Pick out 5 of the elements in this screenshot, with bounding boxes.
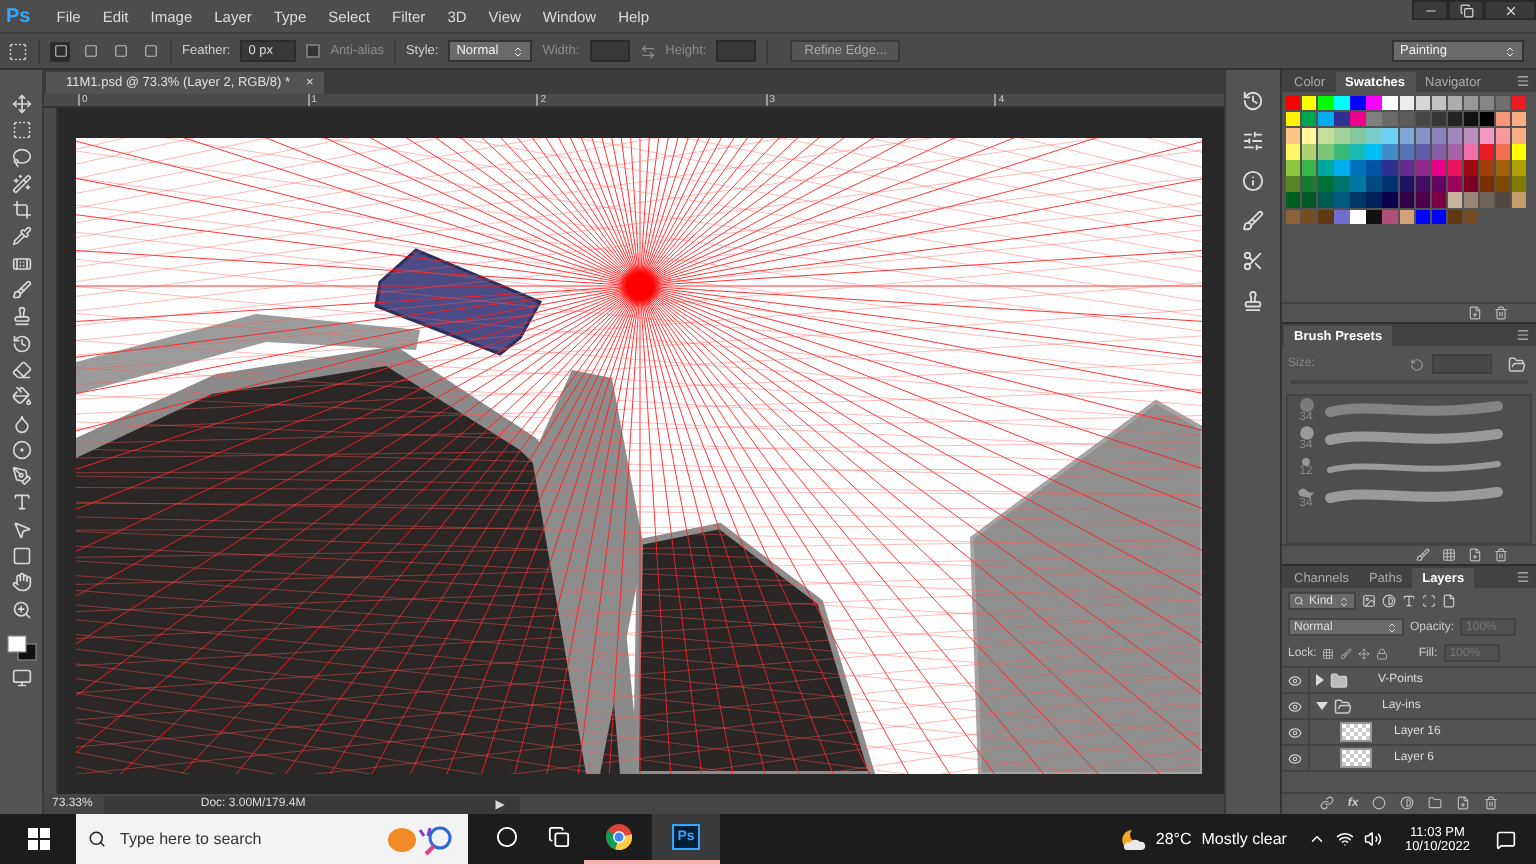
search-bar[interactable]: Type here to search: [76, 814, 468, 864]
weather-condition: Mostly clear: [1201, 830, 1287, 848]
weather-temperature: 28°C: [1155, 830, 1192, 848]
search-field[interactable]: Type here to search: [120, 830, 370, 848]
app-logo: Ps: [6, 5, 31, 27]
